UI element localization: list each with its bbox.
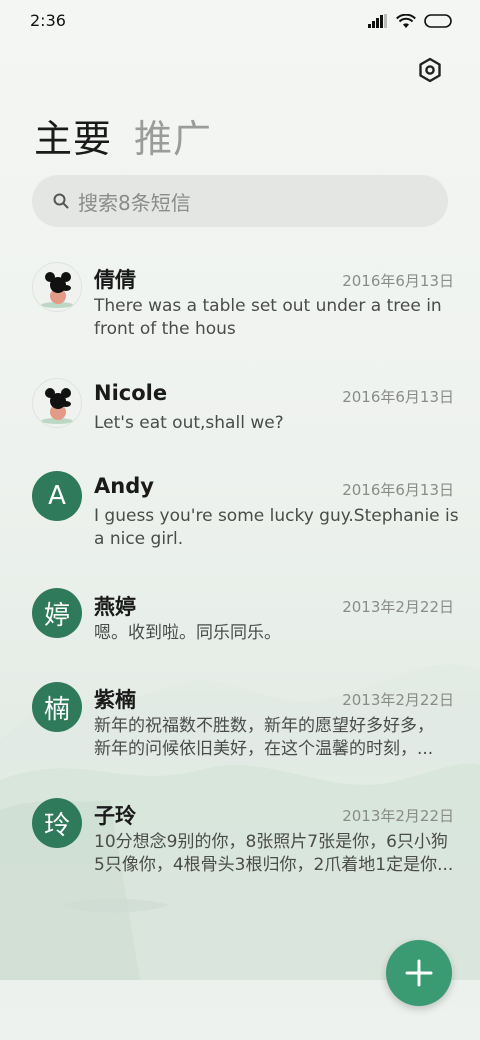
message-preview-line: 嗯。收到啦。同乐同乐。 [94,623,281,643]
wifi-icon [396,13,416,28]
contact-name: 子玲 [94,804,136,828]
battery-icon [424,14,452,28]
letter-avatar: 玲 [32,798,82,848]
letter-avatar: A [32,471,82,521]
signal-icon [368,14,387,28]
letter-avatar: 楠 [32,682,82,732]
contact-name: Andy [94,474,154,498]
status-icons [368,12,454,30]
status-time: 2:36 [30,11,66,30]
contact-name: Nicole [94,381,168,405]
message-preview-line: front of the hous [94,319,236,339]
search-bar[interactable]: 搜索8条短信 [32,175,448,227]
settings-hex-icon[interactable] [414,54,446,86]
message-preview: 嗯。收到啦。同乐同乐。 [94,622,460,645]
message-date: 2016年6月13日 [342,481,454,499]
message-preview-line: There was a table set out under a tree i… [94,296,442,316]
message-date: 2013年2月22日 [342,691,454,709]
contact-name: 紫楠 [94,688,136,712]
search-placeholder: 搜索8条短信 [78,190,191,215]
message-date: 2016年6月13日 [342,388,454,406]
conversation-row[interactable]: A Andy 2016年6月13日 I guess you're some lu… [0,470,480,560]
conversation-row[interactable]: 玲 子玲 2013年2月22日 10分想念9别的你，8张照片7张是你，6只小狗 … [0,796,480,892]
letter-avatar: 婷 [32,588,82,638]
tab-promotions[interactable]: 推广 [134,108,212,163]
message-preview-line: I guess you're some lucky guy.Stephanie … [94,506,459,526]
contact-name: 倩倩 [94,268,136,292]
message-preview: 10分想念9别的你，8张照片7张是你，6只小狗 5只像你，4根骨头3根归你，2爪… [94,831,460,877]
message-preview: 新年的祝福数不胜数，新年的愿望好多好多， 新年的问候依旧美好，在这个温馨的时刻，… [94,715,460,761]
conversation-row[interactable]: 楠 紫楠 2013年2月22日 新年的祝福数不胜数，新年的愿望好多好多， 新年的… [0,680,480,776]
conversation-row[interactable]: Nicole 2016年6月13日 Let's eat out,shall we… [0,376,480,446]
conversation-row[interactable]: 婷 燕婷 2013年2月22日 嗯。收到啦。同乐同乐。 [0,586,480,656]
plus-icon [405,959,433,987]
new-message-button[interactable] [386,940,452,1006]
mickey-avatar-icon [32,262,82,312]
message-preview-line: 新年的问候依旧美好，在这个温馨的时刻，... [94,739,434,759]
tabs: 主要 推广 [34,108,212,163]
status-bar: 2:36 [0,0,480,40]
conversation-row[interactable]: 倩倩 2016年6月13日 There was a table set out … [0,252,480,348]
contact-name: 燕婷 [94,595,136,619]
search-icon [53,193,69,209]
message-preview: I guess you're some lucky guy.Stephanie … [94,505,460,551]
message-preview-line: a nice girl. [94,529,184,549]
message-date: 2016年6月13日 [342,272,454,290]
message-date: 2013年2月22日 [342,807,454,825]
message-preview-line: Let's eat out,shall we? [94,413,284,433]
message-preview: Let's eat out,shall we? [94,412,460,435]
message-preview: There was a table set out under a tree i… [94,295,460,341]
message-date: 2013年2月22日 [342,598,454,616]
message-preview-line: 10分想念9别的你，8张照片7张是你，6只小狗 [94,832,448,852]
message-preview-line: 5只像你，4根骨头3根归你，2爪着地1定是你... [94,855,454,875]
mickey-avatar-icon [32,378,82,428]
tab-primary[interactable]: 主要 [34,108,112,163]
message-preview-line: 新年的祝福数不胜数，新年的愿望好多好多， [94,716,434,736]
